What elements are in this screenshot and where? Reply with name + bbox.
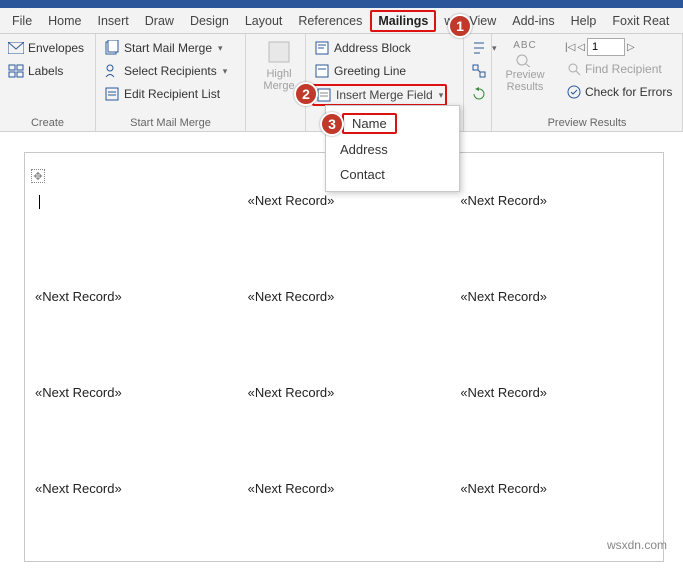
prev-record-button[interactable]: ◁ [577, 42, 585, 53]
check-errors-label: Check for Errors [585, 85, 672, 99]
labels-button[interactable]: Labels [6, 61, 65, 81]
tab-file[interactable]: File [4, 10, 40, 32]
address-block-label: Address Block [334, 41, 411, 55]
table-move-handle[interactable]: ✥ [31, 169, 45, 183]
menu-item-contact[interactable]: Contact [326, 162, 459, 187]
record-nav: |◁ ◁ ▷ [565, 38, 674, 56]
select-recipients-label: Select Recipients [124, 64, 217, 78]
chevron-down-icon: ▾ [439, 90, 444, 101]
label-cell[interactable]: «Next Record» [238, 379, 451, 475]
tab-draw[interactable]: Draw [137, 10, 182, 32]
label-cell[interactable]: «Next Record» [450, 379, 663, 475]
label-grid: «Next Record» «Next Record» «Next Record… [25, 187, 663, 571]
tab-insert[interactable]: Insert [90, 10, 137, 32]
edit-recipient-list-button[interactable]: Edit Recipient List [102, 84, 222, 104]
label-cell[interactable] [25, 187, 238, 283]
group-start-label: Start Mail Merge [102, 115, 239, 129]
merge-field-icon [316, 87, 332, 103]
label-cell[interactable]: «Next Record» [25, 379, 238, 475]
check-errors-button[interactable]: Check for Errors [565, 82, 674, 102]
greeting-line-button[interactable]: Greeting Line [312, 61, 408, 81]
document-page[interactable]: ✥ «Next Record» «Next Record» «Next Reco… [24, 152, 664, 562]
highlight-label-2: Merge [263, 80, 294, 92]
label-cell[interactable]: «Next Record» [450, 187, 663, 283]
label-cell[interactable]: «Next Record» [238, 283, 451, 379]
label-cell[interactable]: «Next Record» [238, 187, 451, 283]
edit-list-label: Edit Recipient List [124, 87, 220, 101]
tab-help[interactable]: Help [563, 10, 605, 32]
label-cell[interactable]: «Next Record» [25, 283, 238, 379]
edit-list-icon [104, 86, 120, 102]
labels-icon [8, 64, 24, 78]
start-merge-icon [104, 40, 120, 56]
menu-item-address[interactable]: Address [326, 137, 459, 162]
tab-foxit[interactable]: Foxit Reat [604, 10, 677, 32]
tab-layout[interactable]: Layout [237, 10, 291, 32]
callout-1: 1 [448, 14, 472, 38]
address-block-button[interactable]: Address Block [312, 38, 413, 58]
chevron-down-icon: ▾ [218, 43, 223, 54]
callout-3: 3 [320, 112, 344, 136]
insert-merge-field-button[interactable]: Insert Merge Field ▾ [312, 84, 447, 106]
envelopes-label: Envelopes [28, 41, 84, 55]
highlight-icon [265, 38, 293, 66]
address-block-icon [314, 40, 330, 56]
update-icon [472, 87, 486, 101]
select-recipients-button[interactable]: Select Recipients ▾ [102, 61, 229, 81]
title-bar [0, 0, 683, 8]
ribbon-tabs: File Home Insert Draw Design Layout Refe… [0, 8, 683, 34]
label-cell[interactable]: «Next Record» [450, 283, 663, 379]
abc-icon: ABC [513, 40, 537, 51]
callout-2: 2 [294, 82, 318, 106]
tab-references[interactable]: References [290, 10, 370, 32]
match-fields-button[interactable] [470, 61, 488, 81]
next-record-button[interactable]: ▷ [627, 42, 635, 53]
labels-label: Labels [28, 64, 63, 78]
record-number-input[interactable] [587, 38, 625, 56]
match-icon [472, 64, 486, 78]
label-cell[interactable]: «Next Record» [450, 475, 663, 571]
tab-addins[interactable]: Add-ins [504, 10, 562, 32]
start-mail-merge-button[interactable]: Start Mail Merge ▾ [102, 38, 225, 58]
chevron-down-icon: ▾ [223, 66, 228, 77]
recipients-icon [104, 63, 120, 79]
start-merge-label: Start Mail Merge [124, 41, 212, 55]
find-recipient-button[interactable]: Find Recipient [565, 59, 674, 79]
preview-label-2: Results [507, 81, 544, 93]
menu-item-name-label: Name [342, 113, 397, 134]
find-recipient-label: Find Recipient [585, 62, 662, 76]
find-icon [567, 62, 581, 76]
tab-mailings[interactable]: Mailings [370, 10, 436, 32]
menu-item-name[interactable]: Name [332, 110, 453, 137]
tab-home[interactable]: Home [40, 10, 89, 32]
envelope-icon [8, 42, 24, 54]
insert-merge-field-label: Insert Merge Field [336, 88, 433, 102]
watermark: wsxdn.com [607, 538, 667, 552]
label-cell[interactable]: «Next Record» [238, 475, 451, 571]
document-area: ✥ «Next Record» «Next Record» «Next Reco… [0, 132, 683, 562]
greeting-icon [314, 63, 330, 79]
tab-design[interactable]: Design [182, 10, 237, 32]
group-create-label: Create [6, 115, 89, 129]
text-cursor [39, 195, 40, 209]
check-icon [567, 85, 581, 99]
rules-icon [472, 41, 486, 55]
envelopes-button[interactable]: Envelopes [6, 38, 86, 58]
update-labels-button[interactable] [470, 84, 488, 104]
magnifier-icon [513, 53, 537, 67]
group-preview-label: Preview Results [498, 115, 676, 129]
label-cell[interactable]: «Next Record» [25, 475, 238, 571]
preview-results-button[interactable]: ABC PreviewResults [498, 38, 552, 93]
highlight-label-1: Highl [266, 68, 291, 80]
greeting-label: Greeting Line [334, 64, 406, 78]
insert-merge-field-menu: Name Address Contact [325, 105, 460, 192]
first-record-button[interactable]: |◁ [565, 42, 575, 53]
preview-label-1: Preview [505, 69, 544, 81]
